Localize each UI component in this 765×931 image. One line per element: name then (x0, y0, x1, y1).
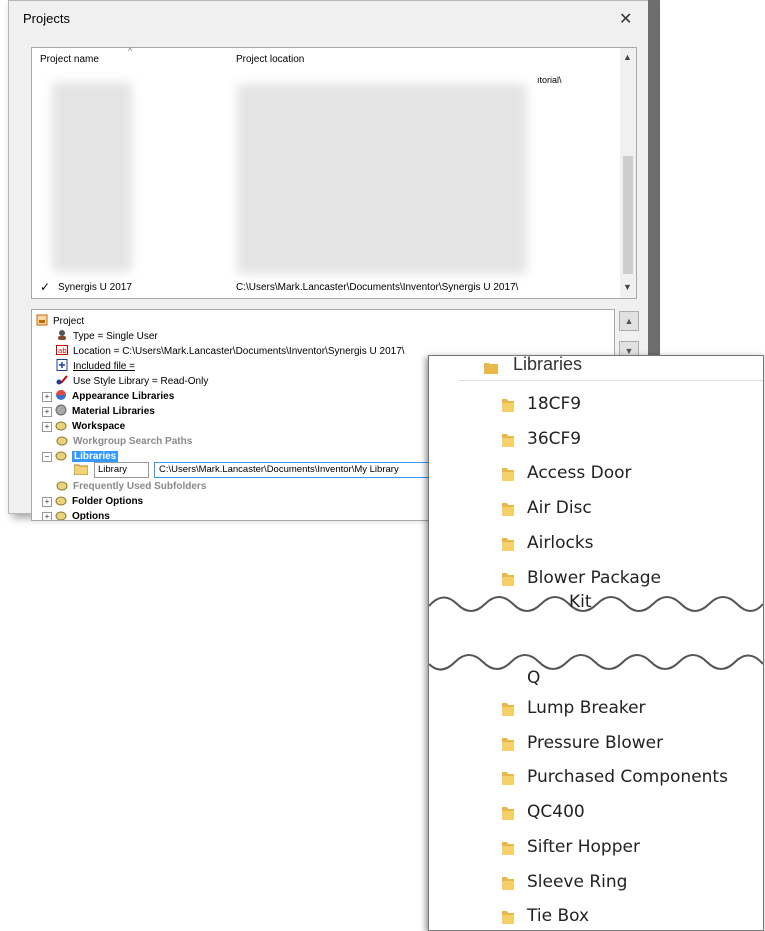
folder-label: 18CF9 (527, 394, 582, 414)
folder-label: Purchased Components (527, 767, 728, 788)
tree-label: Type = Single User (73, 331, 158, 342)
expand-icon[interactable]: + (42, 392, 52, 402)
folder-stack-icon (55, 421, 67, 431)
tree-item-options[interactable]: + Options (42, 509, 110, 521)
folder-stack-icon (56, 436, 68, 446)
expand-icon[interactable]: + (42, 422, 52, 432)
tree-item-folder-options[interactable]: + Folder Options (42, 494, 143, 508)
folder-list-header: Libraries (459, 356, 763, 381)
style-library-icon (56, 375, 68, 385)
dialog-title: Projects (23, 11, 70, 26)
project-file-icon (36, 314, 48, 326)
folder-label: Air Disc (527, 498, 592, 519)
tree-label: Libraries (72, 451, 119, 462)
folder-icon (502, 468, 514, 482)
folder-label: Pressure Blower (527, 732, 664, 753)
folder-stack-icon (56, 481, 68, 491)
vertical-scrollbar[interactable]: ▲ ▼ (620, 48, 636, 298)
move-up-button[interactable]: ▲ (619, 311, 639, 331)
folder-icon (502, 772, 514, 786)
folder-stack-icon (55, 451, 67, 461)
folder-stack-icon (55, 511, 67, 520)
text-field-icon: ab (56, 345, 68, 355)
close-icon[interactable]: ✕ (619, 9, 632, 29)
column-header-project-name[interactable]: Project name (40, 54, 99, 65)
redacted-project-names (52, 82, 132, 272)
tree-item-included-file[interactable]: Included file = (56, 359, 135, 373)
sort-indicator-icon: ^ (128, 46, 133, 56)
tree-item-material-libraries[interactable]: + Material Libraries (42, 404, 155, 418)
folder-label: Access Door (527, 463, 632, 484)
tree-item-project[interactable]: Project (36, 314, 84, 328)
tree-item-workspace[interactable]: + Workspace (42, 419, 125, 433)
redacted-project-locations (237, 84, 527, 274)
tree-label: Workgroup Search Paths (73, 436, 193, 447)
tree-item-location[interactable]: ab Location = C:\Users\Mark.Lancaster\Doc… (56, 344, 405, 358)
folder-icon (502, 433, 514, 447)
expand-icon[interactable]: + (42, 512, 52, 520)
active-check-icon: ✓ (40, 280, 51, 294)
tree-label: Project (53, 316, 85, 327)
tree-label: Included file = (73, 361, 135, 372)
table-row-active-project[interactable]: ✓ Synergis U 2017 C:\Users\Mark.Lancaste… (32, 280, 622, 296)
folder-icon (502, 876, 514, 890)
library-name-field[interactable]: Library (94, 462, 149, 478)
scroll-up-icon[interactable]: ▲ (623, 52, 632, 62)
folder-icon (484, 363, 498, 374)
folder-icon (502, 807, 514, 821)
folder-label: 36CF9 (527, 428, 582, 449)
tree-label: Appearance Libraries (72, 391, 175, 402)
folder-icon (502, 503, 514, 517)
expand-icon[interactable]: + (42, 407, 52, 417)
tree-item-frequent-subfolders[interactable]: Frequently Used Subfolders (56, 479, 206, 493)
material-sphere-icon (55, 404, 67, 416)
folder-icon (502, 911, 514, 925)
libraries-folder-list: Libraries 18CF9 36CF9 Access Door Air Disc A… (428, 355, 764, 931)
appearance-sphere-icon (56, 390, 66, 400)
folder-icon (502, 399, 514, 412)
tree-label: Frequently Used Subfolders (73, 481, 207, 492)
folder-icon (502, 703, 514, 716)
folder-label: Sifter Hopper (527, 836, 640, 857)
folder-label: QC400 (527, 802, 585, 823)
tree-item-workgroup[interactable]: Workgroup Search Paths (56, 434, 192, 448)
folder-label: Sleeve Ring (527, 871, 628, 892)
folder-icon (74, 464, 88, 475)
folder-label: Q (527, 668, 541, 688)
collapse-icon[interactable]: − (42, 452, 52, 462)
tree-label: Options (72, 511, 110, 521)
tree-label: Workspace (72, 421, 126, 432)
folder-stack-icon (55, 496, 67, 506)
project-list[interactable]: Project name ^ Project location ıtorial\… (31, 46, 637, 299)
svg-text:ab: ab (58, 347, 67, 355)
tree-label: Folder Options (72, 496, 144, 507)
tree-item-style-library[interactable]: Use Style Library = Read-Only (56, 374, 208, 388)
folder-icon (502, 841, 514, 855)
folder-icon (502, 737, 514, 751)
tree-item-type[interactable]: Type = Single User (56, 329, 158, 343)
tree-item-appearance-libraries[interactable]: + Appearance Libraries (42, 389, 174, 403)
torn-edge-break (429, 596, 763, 671)
folder-label: Lump Breaker (527, 698, 646, 718)
folder-label: Airlocks (527, 532, 594, 553)
file-link-icon (56, 359, 68, 371)
tree-label: Material Libraries (72, 406, 155, 417)
expand-icon[interactable]: + (42, 497, 52, 507)
tree-item-libraries[interactable]: − Libraries (42, 449, 119, 463)
project-name-cell: Synergis U 2017 (58, 282, 132, 293)
folder-label: Tie Box (527, 906, 590, 927)
scrollbar-thumb[interactable] (623, 156, 633, 274)
partial-location-text: ıtorial\ (537, 75, 562, 85)
user-icon (58, 330, 66, 340)
scroll-down-icon[interactable]: ▼ (623, 282, 632, 292)
library-path-field[interactable]: C:\Users\Mark.Lancaster\Documents\Invent… (154, 462, 440, 478)
column-header-project-location[interactable]: Project location (236, 54, 304, 65)
folder-list-title: Libraries (513, 355, 583, 374)
folder-label: Kit (569, 592, 592, 612)
tree-label: Location = C:\Users\Mark.Lancaster\Docum… (73, 346, 405, 357)
folder-icon (502, 537, 514, 551)
tree-label: Use Style Library = Read-Only (73, 376, 209, 387)
project-location-cell: C:\Users\Mark.Lancaster\Documents\Invent… (236, 282, 519, 293)
